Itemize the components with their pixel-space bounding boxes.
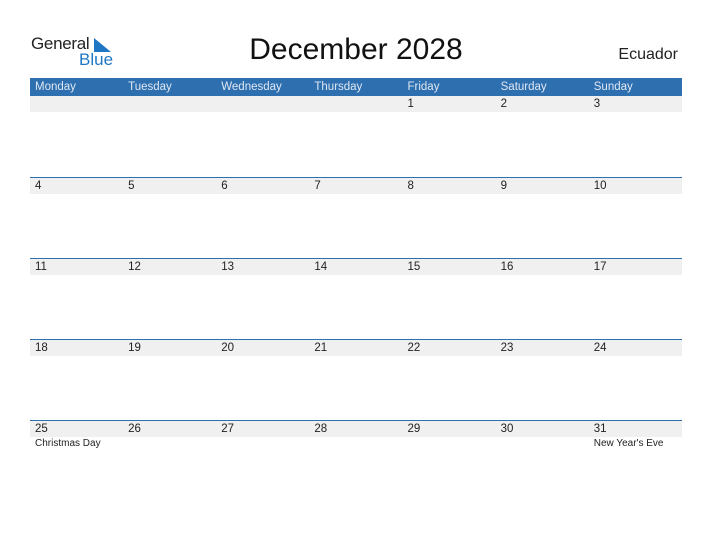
day-number: 8 bbox=[407, 180, 414, 192]
day-number: 22 bbox=[407, 342, 421, 354]
day-number: 11 bbox=[35, 261, 47, 273]
week-row: 4 5 6 7 8 9 10 bbox=[30, 177, 682, 194]
week-row: 11 12 13 14 15 16 17 bbox=[30, 258, 682, 275]
week-row: 1 2 3 bbox=[30, 96, 682, 112]
holiday-label: Christmas Day bbox=[35, 438, 101, 449]
day-number: 1 bbox=[407, 98, 414, 110]
holiday-label bbox=[123, 437, 216, 451]
calendar-title: December 2028 bbox=[249, 33, 463, 66]
holiday-label bbox=[309, 437, 402, 451]
week-row: 25 26 27 28 29 30 31 Christmas Day New Year's Ev… bbox=[30, 420, 682, 451]
day-number bbox=[30, 96, 123, 112]
weekday-label: Thursday bbox=[314, 81, 363, 93]
country-label: Ecuador bbox=[618, 46, 678, 63]
day-number: 19 bbox=[128, 342, 141, 354]
weekday-header: Monday Tuesday Wednesday Thursday Friday… bbox=[30, 78, 682, 96]
day-number: 28 bbox=[314, 423, 328, 435]
day-number: 17 bbox=[593, 261, 607, 273]
day-number: 29 bbox=[407, 423, 421, 435]
weekday-label: Monday bbox=[35, 81, 76, 93]
holiday-label bbox=[403, 437, 496, 451]
date-strip: 4 5 6 7 8 9 10 bbox=[30, 178, 682, 194]
date-strip: 18 19 20 21 22 23 24 bbox=[30, 340, 682, 356]
day-number: 12 bbox=[128, 261, 141, 273]
day-number: 7 bbox=[314, 180, 321, 192]
day-number: 26 bbox=[128, 423, 141, 435]
date-strip: 1 2 3 bbox=[30, 96, 682, 112]
day-number: 24 bbox=[593, 342, 607, 354]
day-number: 6 bbox=[221, 180, 228, 192]
day-number bbox=[123, 96, 216, 112]
week-row: 18 19 20 21 22 23 24 bbox=[30, 339, 682, 356]
weekday-label: Friday bbox=[407, 81, 440, 93]
day-number: 2 bbox=[500, 98, 508, 110]
day-number: 9 bbox=[500, 180, 508, 192]
weekday-label: Wednesday bbox=[221, 81, 282, 93]
date-strip: 11 12 13 14 15 16 17 bbox=[30, 259, 682, 275]
day-number: 20 bbox=[221, 342, 235, 354]
weekday-label: Sunday bbox=[593, 81, 633, 93]
day-number: 15 bbox=[407, 261, 421, 273]
day-number: 10 bbox=[593, 180, 607, 192]
day-number: 3 bbox=[593, 98, 601, 110]
day-number: 27 bbox=[221, 423, 235, 435]
day-number: 13 bbox=[221, 261, 235, 273]
holiday-label bbox=[216, 437, 309, 451]
day-number: 4 bbox=[35, 180, 42, 192]
day-number: 25 bbox=[35, 423, 48, 435]
day-number bbox=[309, 96, 402, 112]
day-number bbox=[216, 96, 309, 112]
day-number: 23 bbox=[500, 342, 514, 354]
day-number: 5 bbox=[128, 180, 135, 192]
holiday-label: New Year's Eve bbox=[593, 438, 664, 449]
date-strip: 25 26 27 28 29 30 31 bbox=[30, 421, 682, 437]
day-number: 16 bbox=[500, 261, 514, 273]
day-number: 21 bbox=[314, 342, 328, 354]
holiday-label bbox=[496, 437, 589, 451]
day-number: 18 bbox=[35, 342, 48, 354]
holiday-row: Christmas Day New Year's Eve bbox=[30, 437, 682, 451]
day-number: 14 bbox=[314, 261, 328, 273]
weekday-label: Tuesday bbox=[128, 81, 172, 93]
day-number: 31 bbox=[593, 423, 607, 435]
weekday-label: Saturday bbox=[500, 81, 547, 93]
day-number: 30 bbox=[500, 423, 514, 435]
